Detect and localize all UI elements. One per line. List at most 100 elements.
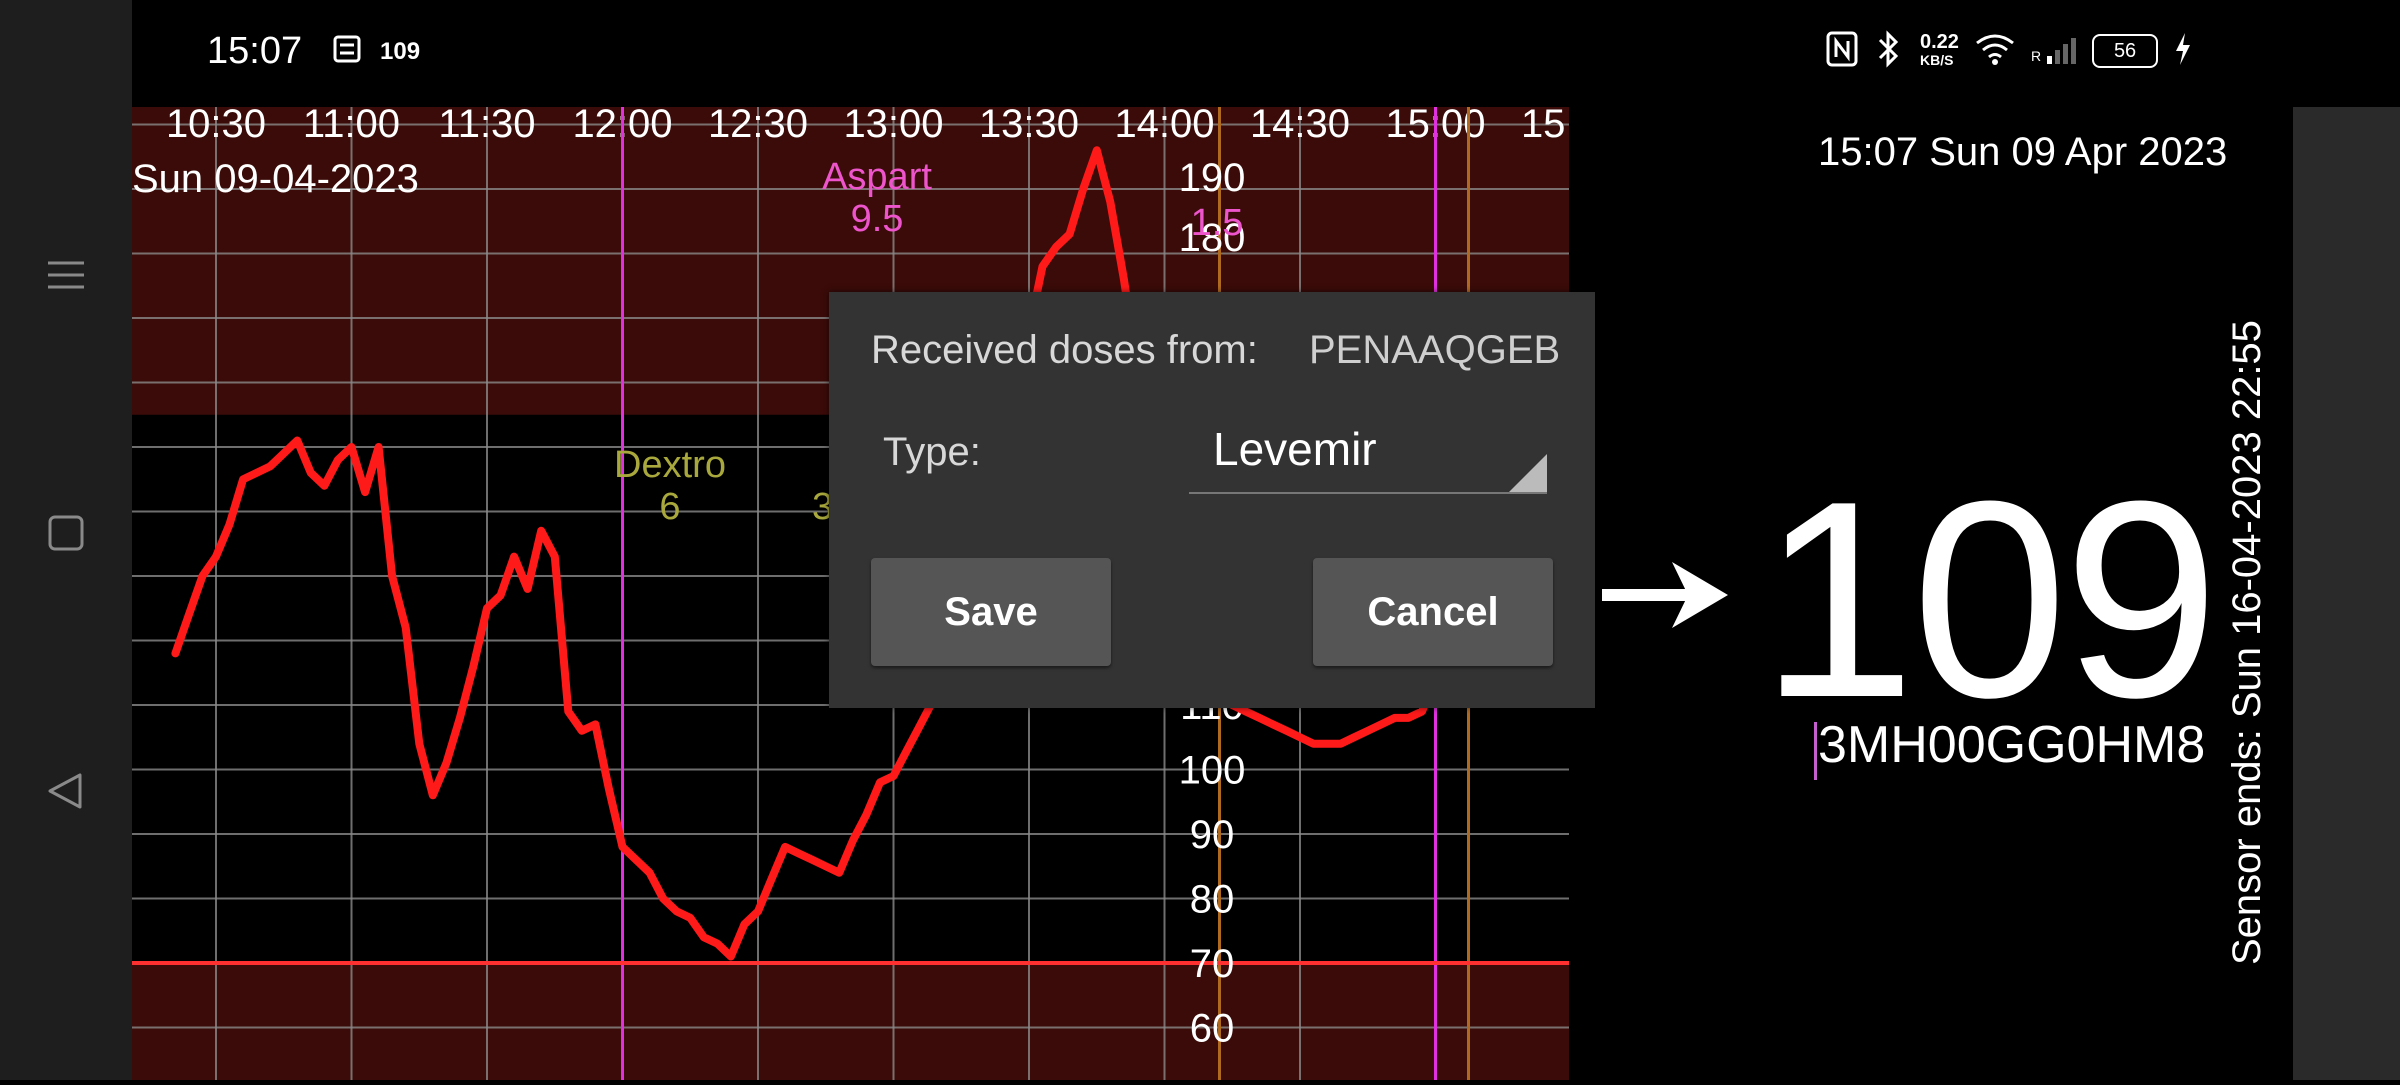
glucose-point bbox=[351, 446, 352, 448]
glucose-point bbox=[1421, 710, 1423, 712]
glucose-point bbox=[1055, 246, 1057, 248]
navigation-bar bbox=[0, 0, 132, 1080]
glucose-point bbox=[445, 762, 447, 764]
glucose-point bbox=[743, 923, 745, 925]
annotation-value: 6 bbox=[659, 486, 680, 528]
glucose-point bbox=[323, 485, 325, 487]
glucose-point bbox=[405, 627, 407, 629]
glucose-point bbox=[418, 743, 420, 745]
glucose-point bbox=[825, 865, 827, 867]
annotation-value: 9.5 bbox=[851, 198, 904, 240]
glucose-point bbox=[920, 723, 922, 725]
glucose-point bbox=[852, 839, 854, 841]
glucose-point bbox=[391, 575, 393, 577]
text-cursor bbox=[1814, 722, 1817, 780]
glucose-point bbox=[486, 607, 488, 609]
roaming-label: R bbox=[2030, 48, 2042, 64]
x-tick-label: 14:00 bbox=[1114, 107, 1214, 146]
glucose-point bbox=[1340, 743, 1342, 745]
right-scroll-strip bbox=[2293, 107, 2400, 1080]
glucose-point bbox=[757, 910, 759, 912]
glucose-point bbox=[1407, 717, 1409, 719]
glucose-point bbox=[1245, 710, 1247, 712]
glucose-point bbox=[459, 717, 461, 719]
status-time: 15:07 bbox=[207, 30, 303, 72]
glucose-point bbox=[1258, 717, 1260, 719]
x-tick-label: 14:30 bbox=[1250, 107, 1350, 146]
glucose-point bbox=[689, 917, 691, 919]
glucose-point bbox=[676, 910, 678, 912]
glucose-point bbox=[201, 575, 203, 577]
glucose-point bbox=[906, 749, 908, 751]
glucose-point bbox=[622, 846, 623, 848]
insulin-type-select[interactable]: Levemir bbox=[1189, 422, 1547, 494]
sensor-id[interactable]: 3MH00GG0HM8 bbox=[1818, 715, 2205, 775]
glucose-point bbox=[608, 788, 610, 790]
glucose-point bbox=[811, 859, 813, 861]
dropdown-arrow-icon bbox=[1509, 454, 1547, 492]
glucose-point bbox=[703, 936, 705, 938]
glucose-point bbox=[1326, 743, 1328, 745]
y-tick-label: 100 bbox=[1179, 749, 1246, 793]
battery-icon: 56 bbox=[2092, 34, 2159, 68]
glucose-point bbox=[1285, 730, 1287, 732]
annotation-name: Dextro bbox=[614, 444, 726, 486]
glucose-point bbox=[1299, 736, 1301, 738]
glucose-point bbox=[364, 491, 366, 493]
save-button[interactable]: Save bbox=[871, 558, 1111, 666]
glucose-point bbox=[1096, 149, 1098, 151]
glucose-point bbox=[269, 465, 271, 467]
x-tick-label: 12:30 bbox=[708, 107, 808, 146]
glucose-point bbox=[1123, 278, 1125, 280]
glucose-point bbox=[1082, 188, 1084, 190]
glucose-point bbox=[567, 710, 569, 712]
glucose-point bbox=[838, 872, 840, 874]
glucose-point bbox=[500, 594, 502, 596]
glucose-point bbox=[540, 530, 542, 532]
chart-date-label: Sun 09-04-2023 bbox=[132, 157, 419, 201]
glucose-point bbox=[1367, 730, 1369, 732]
glucose-point bbox=[472, 665, 474, 667]
glucose-point bbox=[771, 878, 773, 880]
x-tick-label: 13:30 bbox=[979, 107, 1079, 146]
glucose-point bbox=[242, 478, 244, 480]
notification-glucose-value: 109 bbox=[380, 38, 421, 65]
home-square-icon[interactable] bbox=[36, 503, 96, 563]
y-tick-label: 90 bbox=[1190, 813, 1235, 857]
glucose-point bbox=[296, 440, 298, 442]
current-glucose-value: 109 bbox=[1760, 444, 2219, 756]
glucose-point bbox=[229, 523, 231, 525]
glucose-point bbox=[337, 459, 339, 461]
x-tick-label: 13:00 bbox=[843, 107, 943, 146]
pen-id: PENAAQGEB bbox=[1309, 328, 1561, 372]
glucose-point bbox=[649, 872, 651, 874]
glucose-point bbox=[716, 943, 718, 945]
glucose-point bbox=[554, 556, 556, 558]
cell-signal-icon: R bbox=[2030, 38, 2077, 64]
glucose-point bbox=[1380, 723, 1382, 725]
x-tick-label: 10:30 bbox=[166, 107, 266, 146]
glucose-point bbox=[662, 898, 664, 899]
menu-icon[interactable] bbox=[36, 245, 96, 305]
annotation-value: 1.5 bbox=[1191, 202, 1244, 244]
back-triangle-icon[interactable] bbox=[36, 761, 96, 821]
received-doses-label: Received doses from: bbox=[871, 328, 1258, 372]
glucose-point bbox=[1272, 723, 1274, 725]
received-doses-dialog: Received doses from: PENAAQGEB Type: Lev… bbox=[829, 292, 1595, 708]
charging-icon bbox=[2174, 32, 2192, 71]
type-label: Type: bbox=[883, 430, 981, 474]
glucose-point bbox=[635, 859, 637, 861]
trend-arrow-right-icon bbox=[1602, 562, 1728, 628]
cancel-button[interactable]: Cancel bbox=[1313, 558, 1553, 666]
notification-list-icon bbox=[332, 34, 362, 71]
y-tick-label: 60 bbox=[1190, 1007, 1235, 1051]
network-speed-unit: KB/S bbox=[1920, 52, 1954, 68]
glucose-point bbox=[1109, 201, 1111, 203]
glucose-point bbox=[1069, 233, 1071, 235]
glucose-point bbox=[310, 472, 312, 474]
glucose-point bbox=[1313, 743, 1315, 745]
glucose-point bbox=[730, 956, 732, 958]
glucose-point bbox=[1353, 736, 1355, 738]
glucose-point bbox=[527, 588, 529, 590]
glucose-point bbox=[1042, 265, 1044, 267]
